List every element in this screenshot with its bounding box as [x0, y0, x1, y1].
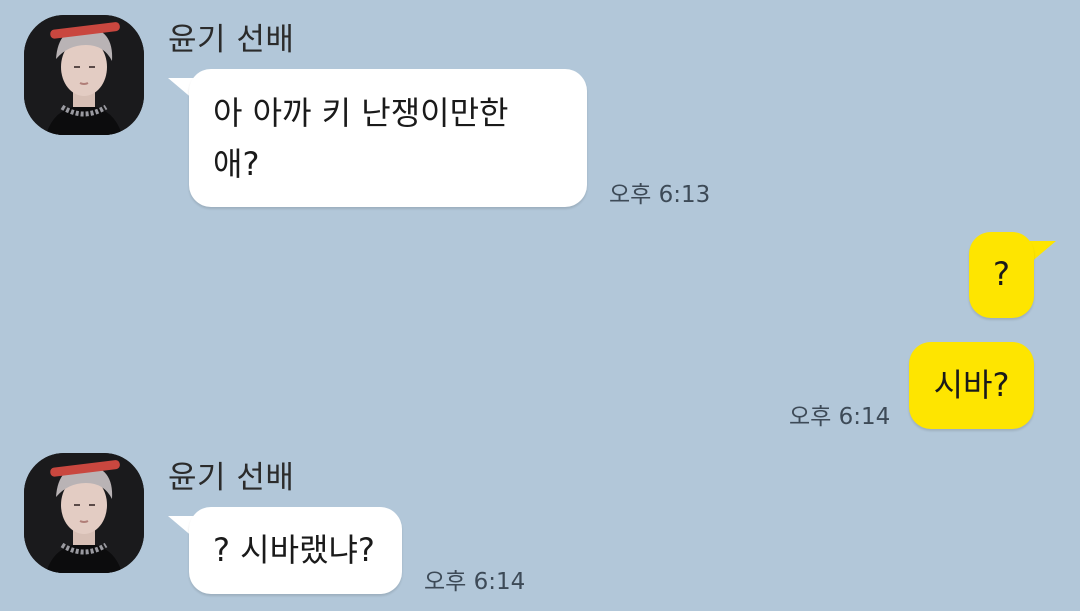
message-timestamp: 오후 6:13: [609, 182, 711, 208]
sender-avatar[interactable]: [24, 15, 144, 135]
message-bubble[interactable]: ? 시바랬냐?: [189, 507, 402, 594]
message-bubble[interactable]: 아 아까 키 난쟁이만한 애?: [189, 69, 587, 207]
profile-photo: [24, 15, 144, 135]
sender-avatar[interactable]: [24, 453, 144, 573]
message-text: 시바?: [933, 366, 1010, 404]
message-text: ? 시바랬냐?: [213, 531, 375, 569]
message-text: ?: [993, 255, 1010, 293]
sender-name: 윤기 선배: [168, 460, 295, 496]
profile-photo: [24, 453, 144, 573]
sender-name: 윤기 선배: [168, 22, 295, 58]
message-bubble[interactable]: ?: [969, 232, 1034, 318]
message-timestamp: 오후 6:14: [789, 404, 891, 430]
message-text: 아 아까 키 난쟁이만한 애?: [213, 94, 509, 183]
message-timestamp: 오후 6:14: [424, 569, 526, 595]
message-bubble[interactable]: 시바?: [909, 342, 1034, 429]
